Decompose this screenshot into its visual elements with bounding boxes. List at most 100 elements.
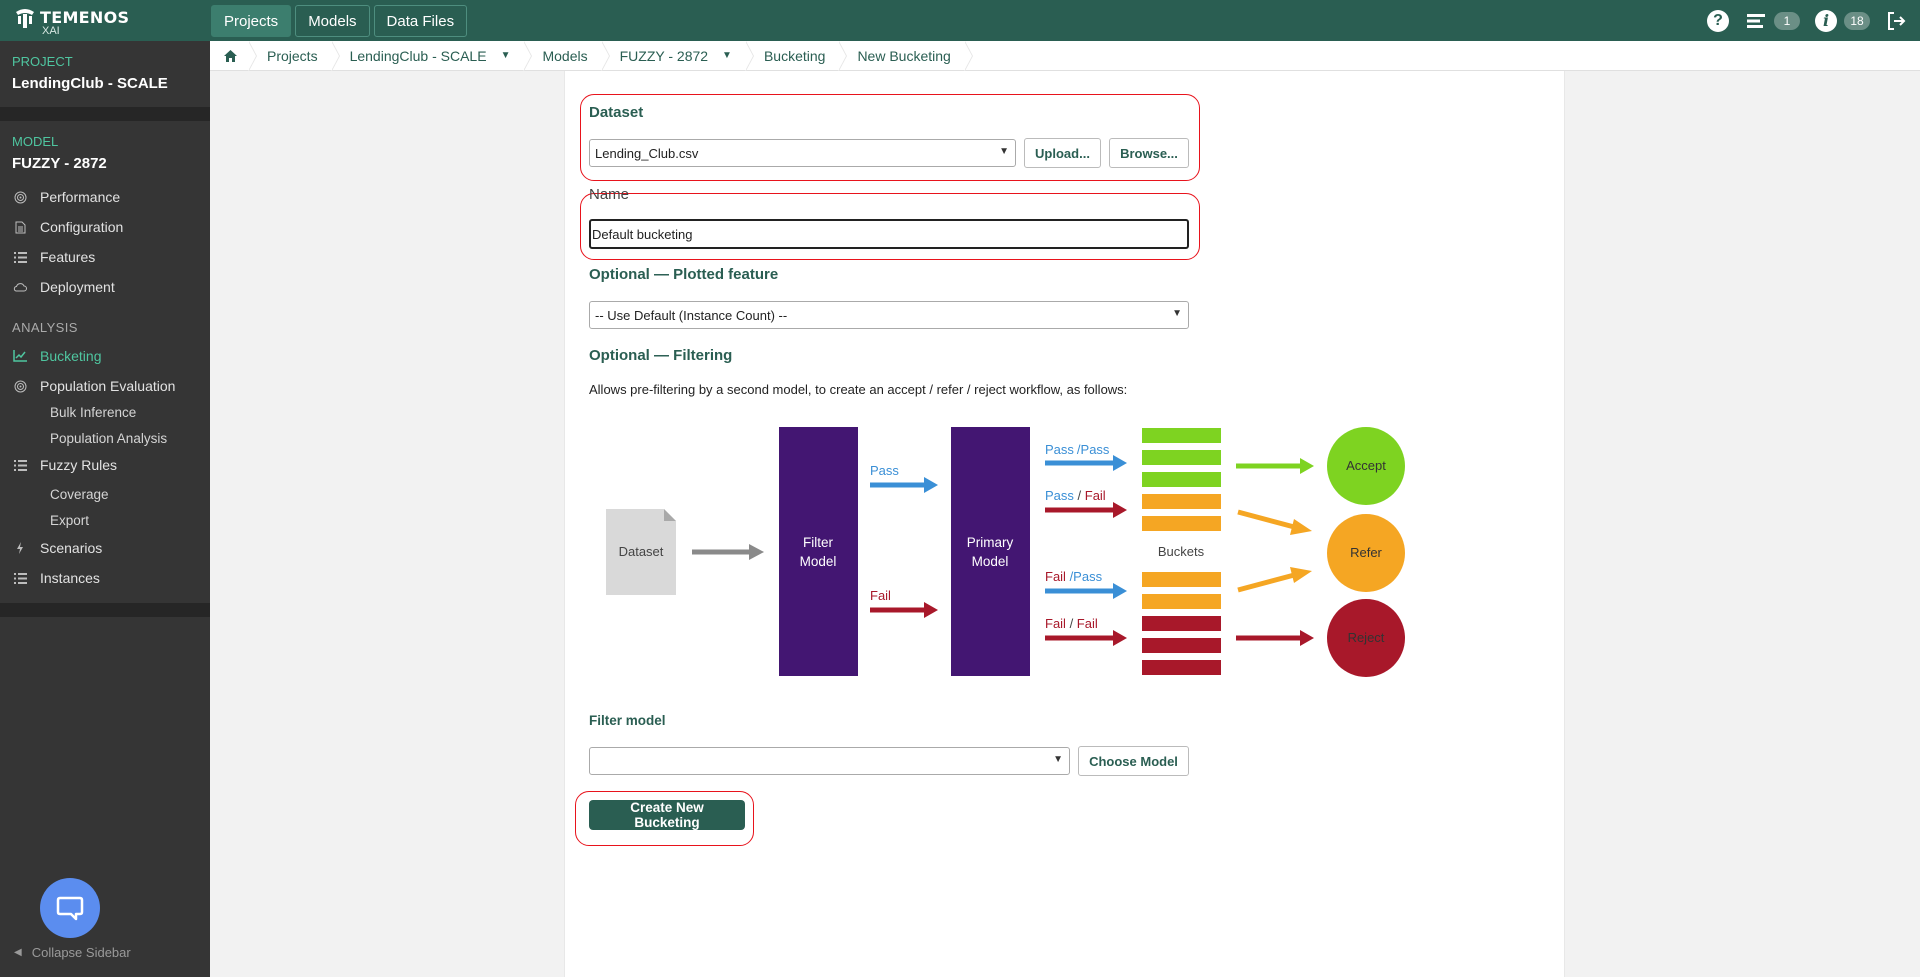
chevron-down-icon: ▼ <box>1172 308 1182 319</box>
sidebar-item-label: Population Evaluation <box>40 378 176 394</box>
sidebar-item-label: Features <box>40 249 96 265</box>
lightning-icon <box>13 541 27 555</box>
filter-model-box <box>779 427 858 676</box>
arrow-fail <box>870 602 938 618</box>
chat-button[interactable] <box>40 878 100 938</box>
sidebar-subitem-coverage[interactable]: Coverage <box>50 487 109 502</box>
breadcrumb-label: LendingClub - SCALE <box>349 47 487 64</box>
filter-model-select[interactable]: ▼ <box>589 747 1070 775</box>
filter-model-heading: Filter model <box>589 713 666 728</box>
model-label: MODEL <box>12 134 59 149</box>
help-icon[interactable]: ? <box>1706 9 1730 33</box>
sidebar-item-bucketing[interactable]: Bucketing <box>0 343 210 369</box>
sidebar-item-fuzzy-rules[interactable]: Fuzzy Rules <box>0 452 210 478</box>
filtering-heading: Optional — Filtering <box>589 347 733 364</box>
primary-model-line2: Model <box>972 554 1009 569</box>
arrow-to-reject <box>1236 630 1314 646</box>
sidebar-item-scenarios[interactable]: Scenarios <box>0 535 210 561</box>
tasks-icon[interactable] <box>1744 9 1768 33</box>
dataset-select-value: Lending_Club.csv <box>595 145 699 161</box>
nav-models-button[interactable]: Models <box>295 5 370 37</box>
breadcrumb-new-bucketing: New Bucketing <box>839 40 974 71</box>
temenos-logo[interactable]: TEMENOS XAI <box>12 6 212 38</box>
logout-icon[interactable] <box>1884 9 1908 33</box>
plotted-feature-select[interactable]: -- Use Default (Instance Count) -- ▼ <box>589 301 1189 329</box>
upload-button[interactable]: Upload... <box>1024 138 1101 168</box>
caret-left-icon: ◀ <box>14 947 22 958</box>
dataset-document-icon: Dataset <box>606 509 676 595</box>
sidebar-item-label: Fuzzy Rules <box>40 457 118 473</box>
info-badge: 18 <box>1844 11 1870 30</box>
fail-pass-label: Fail /Pass <box>1045 569 1103 584</box>
list-icon <box>13 571 27 585</box>
pass-label: Pass <box>870 463 899 478</box>
info-icon[interactable]: i <box>1814 9 1838 33</box>
chart-icon <box>13 349 27 363</box>
sidebar-subitem-export[interactable]: Export <box>50 513 89 528</box>
browse-button[interactable]: Browse... <box>1109 138 1189 168</box>
sidebar-item-features[interactable]: Features <box>0 244 210 270</box>
primary-model-line1: Primary <box>967 535 1014 550</box>
workflow-diagram: Dataset Filter Model Pass Fail Primary M… <box>606 427 1405 677</box>
plotted-feature-value: -- Use Default (Instance Count) -- <box>595 307 788 323</box>
sidebar-item-performance[interactable]: Performance <box>0 184 210 210</box>
breadcrumb-label: FUZZY - 2872 <box>619 47 709 64</box>
breadcrumb-label: Bucketing <box>763 47 826 64</box>
breadcrumb: Projects LendingClub - SCALE ▼ Models FUZ… <box>210 40 1920 71</box>
sidebar-subitem-bulk-inference[interactable]: Bulk Inference <box>50 405 136 420</box>
filtering-description: Allows pre-filtering by a second model, … <box>589 382 1128 397</box>
sidebar: PROJECT LendingClub - SCALE MODEL FUZZY … <box>0 41 210 977</box>
top-nav: Projects Models Data Files <box>211 5 468 37</box>
arrow-pass-pass <box>1045 455 1127 471</box>
reject-label: Reject <box>1348 630 1385 645</box>
sidebar-item-instances[interactable]: Instances <box>0 565 210 591</box>
arrow-to-accept <box>1236 458 1314 474</box>
dropdown-caret-icon[interactable]: ▼ <box>722 50 732 61</box>
sidebar-item-configuration[interactable]: Configuration <box>0 214 210 240</box>
diagram-dataset-label: Dataset <box>619 544 664 559</box>
top-right-tools: ? 1 i 18 <box>1692 0 1920 41</box>
dataset-heading: Dataset <box>589 104 644 121</box>
sidebar-item-label: Bucketing <box>40 348 102 364</box>
name-input[interactable]: Default bucketing <box>589 219 1189 249</box>
pass-pass-label: Pass/Pass <box>1045 442 1110 457</box>
breadcrumb-project[interactable]: LendingClub - SCALE ▼ <box>332 40 533 71</box>
fail-fail-label: Fail / Fail <box>1045 616 1098 631</box>
dropdown-caret-icon[interactable]: ▼ <box>501 50 511 61</box>
nav-projects-button[interactable]: Projects <box>211 5 292 37</box>
top-bar: TEMENOS XAI Projects Models Data Files ?… <box>0 0 1920 41</box>
sidebar-item-label: Performance <box>40 189 121 205</box>
sidebar-subitem-population-analysis[interactable]: Population Analysis <box>50 431 167 446</box>
analysis-section-label: ANALYSIS <box>12 320 78 335</box>
arrow-dataset-to-filter <box>692 544 764 560</box>
choose-model-button[interactable]: Choose Model <box>1078 746 1189 776</box>
dataset-select[interactable]: Lending_Club.csv ▼ <box>589 139 1016 167</box>
project-label: PROJECT <box>12 54 73 69</box>
cloud-icon <box>13 280 27 294</box>
collapse-sidebar-label: Collapse Sidebar <box>31 945 131 960</box>
sidebar-divider <box>0 603 210 617</box>
logo-subtitle: XAI <box>42 25 60 37</box>
arrow-pass-fail <box>1045 502 1127 518</box>
nav-data-files-button[interactable]: Data Files <box>373 5 468 37</box>
breadcrumb-home[interactable] <box>210 40 257 71</box>
sidebar-item-population-evaluation[interactable]: Population Evaluation <box>0 373 210 399</box>
breadcrumb-label: Models <box>542 47 588 64</box>
buckets-label: Buckets <box>1158 544 1205 559</box>
breadcrumb-models[interactable]: Models <box>524 40 610 71</box>
dataset-highlight <box>580 94 1200 181</box>
sidebar-item-deployment[interactable]: Deployment <box>0 274 210 300</box>
create-new-bucketing-button[interactable]: Create New Bucketing <box>589 800 745 830</box>
model-name[interactable]: FUZZY - 2872 <box>12 155 107 172</box>
arrow-to-refer-bottom <box>1237 567 1312 593</box>
collapse-sidebar-button[interactable]: ◀ Collapse Sidebar <box>14 945 131 960</box>
chat-icon <box>56 896 84 921</box>
project-name[interactable]: LendingClub - SCALE <box>12 75 168 92</box>
refer-label: Refer <box>1350 545 1382 560</box>
breadcrumb-projects[interactable]: Projects <box>249 40 340 71</box>
breadcrumb-model[interactable]: FUZZY - 2872 ▼ <box>602 40 755 71</box>
breadcrumb-bucketing[interactable]: Bucketing <box>746 40 848 71</box>
chevron-down-icon: ▼ <box>999 146 1009 157</box>
filter-model-line1: Filter <box>803 535 834 550</box>
sidebar-item-label: Deployment <box>40 279 115 295</box>
